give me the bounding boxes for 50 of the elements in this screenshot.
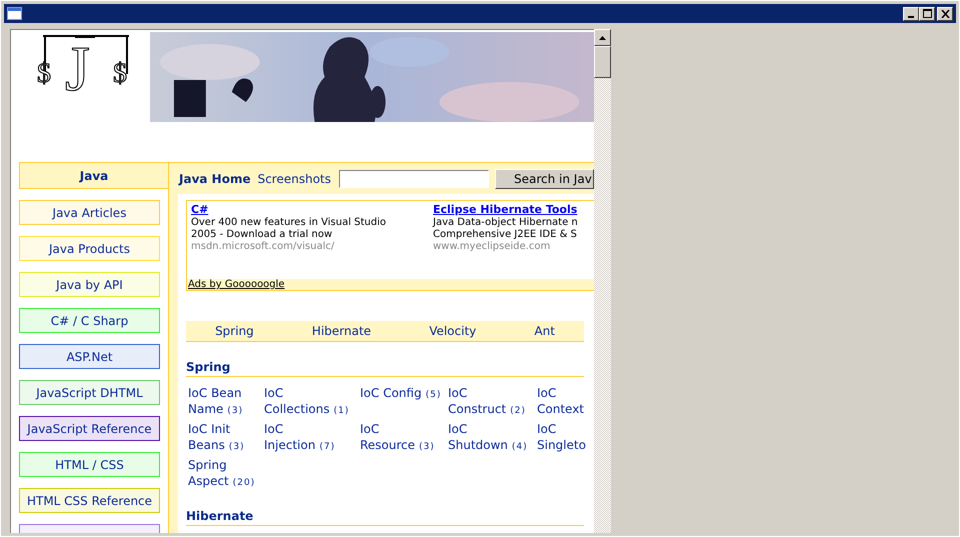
scrollbar[interactable]: [594, 29, 611, 533]
topic-link[interactable]: Spring Aspect (20): [188, 457, 262, 491]
ad-url: msdn.microsoft.com/visualc/: [191, 241, 336, 253]
section-heading: Spring: [186, 360, 584, 377]
ad-title-link[interactable]: C#: [191, 203, 208, 216]
topic-link[interactable]: IoC Bean Name (3): [188, 385, 262, 419]
close-icon: [940, 10, 950, 18]
maximize-button[interactable]: [919, 6, 935, 20]
minimize-icon: [908, 16, 914, 18]
scroll-up-button[interactable]: [594, 29, 611, 46]
close-button[interactable]: [937, 6, 953, 20]
topic-link[interactable]: IoC Context: [537, 385, 593, 417]
search-field[interactable]: [339, 170, 490, 188]
minimize-button[interactable]: [903, 6, 919, 20]
topic-link[interactable]: IoC Singleto: [537, 421, 593, 453]
section-heading: Hibernate: [186, 509, 584, 526]
sidebar-item[interactable]: C# / C Sharp: [19, 308, 160, 333]
sidebar-item[interactable]: HTML / CSS: [19, 452, 160, 477]
up-arrow-icon: [599, 36, 606, 40]
sidebar-item[interactable]: ASP.Net: [19, 344, 160, 369]
topic-link[interactable]: IoC Injection (7): [264, 421, 358, 455]
topic-link[interactable]: IoC Construct (2): [448, 385, 535, 419]
home-link[interactable]: Java Home: [179, 172, 251, 186]
search-button[interactable]: Search in Jav: [495, 168, 594, 188]
sidebar-item[interactable]: Java by API: [19, 272, 160, 297]
topic-link[interactable]: IoC Config (5): [360, 385, 442, 403]
ad-text: Over 400 new features in Visual Studio: [191, 217, 388, 229]
ad-title-link[interactable]: Eclipse Hibernate Tools: [433, 203, 578, 216]
topic-link[interactable]: IoC Resource (3): [360, 421, 446, 455]
tab-link[interactable]: Spring: [215, 324, 254, 338]
ad-text: 2005 - Download a trial now: [191, 229, 334, 241]
topic-link[interactable]: IoC Collections (1): [264, 385, 358, 419]
ad-text: Comprehensive J2EE IDE & S: [433, 229, 578, 241]
sidebar-item[interactable]: Java Articles: [19, 200, 160, 225]
ad-url: www.myeclipseide.com: [433, 241, 552, 253]
sidebar-heading: Java: [19, 162, 169, 189]
tab-link[interactable]: Hibernate: [312, 324, 372, 338]
window-icon: [7, 7, 22, 20]
nav-link[interactable]: Screenshots: [258, 172, 332, 186]
topic-link[interactable]: IoC Shutdown (4): [448, 421, 535, 455]
sidebar-item[interactable]: Java Products: [19, 236, 160, 261]
ad-text: Java Data-object Hibernate n: [433, 217, 579, 229]
tab-link[interactable]: Velocity: [429, 324, 476, 338]
sidebar-item[interactable]: JavaScript DHTML: [19, 380, 160, 405]
topic-link[interactable]: IoC Init Beans (3): [188, 421, 262, 455]
maximize-icon: [922, 9, 932, 18]
scroll-thumb[interactable]: [594, 46, 611, 78]
sidebar-item[interactable]: JavaScript Reference: [19, 416, 160, 441]
sidebar-item[interactable]: HTML CSS Reference: [19, 488, 160, 513]
tab-link[interactable]: Ant: [534, 324, 555, 338]
